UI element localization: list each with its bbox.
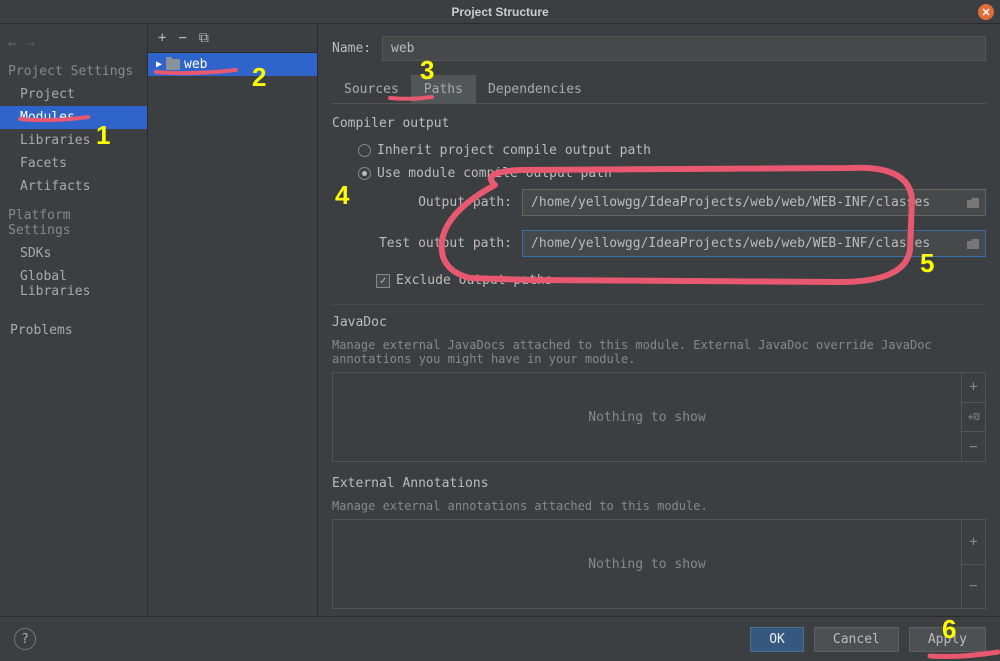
radio-inherit-row[interactable]: Inherit project compile output path	[332, 139, 986, 162]
javadoc-desc: Manage external JavaDocs attached to thi…	[332, 338, 986, 366]
apply-button[interactable]: Apply	[909, 627, 986, 652]
nav-back-icon[interactable]: ←	[8, 36, 16, 52]
output-path-input[interactable]	[523, 190, 961, 215]
module-tree-panel: + − ⧉ ▶ web	[148, 24, 318, 616]
folder-icon	[166, 59, 180, 70]
nav-arrows: ← →	[0, 32, 147, 60]
name-input[interactable]	[382, 36, 986, 61]
exclude-checkbox[interactable]: ✓	[376, 274, 390, 288]
left-nav-panel: ← → Project Settings Project Modules Lib…	[0, 24, 148, 616]
javadoc-title: JavaDoc	[332, 315, 986, 330]
cancel-button[interactable]: Cancel	[814, 627, 899, 652]
exclude-checkbox-row[interactable]: ✓ Exclude output paths	[332, 267, 986, 294]
module-name: web	[184, 57, 207, 72]
extanno-remove-icon[interactable]: −	[962, 565, 985, 609]
nav-problems[interactable]: Problems	[0, 319, 147, 342]
tab-dependencies[interactable]: Dependencies	[476, 75, 594, 103]
test-output-path-label: Test output path:	[332, 236, 512, 251]
test-output-path-input[interactable]	[523, 231, 961, 256]
section-project-settings: Project Settings	[0, 60, 147, 83]
javadoc-remove-icon[interactable]: −	[962, 432, 985, 461]
browse-test-output-icon[interactable]	[961, 238, 985, 250]
nav-forward-icon[interactable]: →	[26, 36, 34, 52]
radio-module-label: Use module compile output path	[377, 166, 612, 181]
output-path-wrap	[522, 189, 986, 216]
extanno-list: Nothing to show + −	[332, 519, 986, 609]
extanno-desc: Manage external annotations attached to …	[332, 499, 986, 513]
tab-paths[interactable]: Paths	[411, 75, 476, 103]
button-group: OK Cancel Apply	[750, 627, 986, 652]
add-icon[interactable]: +	[158, 30, 166, 46]
ok-button[interactable]: OK	[750, 627, 804, 652]
extanno-title: External Annotations	[332, 476, 986, 491]
module-tree-item[interactable]: ▶ web	[148, 53, 317, 76]
javadoc-buttons: + +₪ −	[961, 373, 985, 461]
extanno-buttons: + −	[961, 520, 985, 608]
nav-sdks[interactable]: SDKs	[0, 242, 147, 265]
javadoc-add-with-icon[interactable]: +₪	[962, 403, 985, 433]
radio-inherit-label: Inherit project compile output path	[377, 143, 651, 158]
extanno-add-icon[interactable]: +	[962, 520, 985, 565]
exclude-label: Exclude output paths	[396, 273, 553, 288]
test-output-path-row: Test output path:	[332, 226, 986, 261]
browse-output-icon[interactable]	[961, 197, 985, 209]
output-path-row: Output path:	[332, 185, 986, 220]
detail-tabs: Sources Paths Dependencies	[332, 75, 986, 104]
compiler-output-title: Compiler output	[332, 116, 986, 131]
output-path-label: Output path:	[332, 195, 512, 210]
javadoc-add-icon[interactable]: +	[962, 373, 985, 403]
nav-modules[interactable]: Modules	[0, 106, 147, 129]
tab-sources[interactable]: Sources	[332, 75, 411, 103]
radio-inherit[interactable]	[358, 144, 371, 157]
copy-icon[interactable]: ⧉	[199, 30, 209, 46]
titlebar: Project Structure	[0, 0, 1000, 24]
bottom-bar: ? OK Cancel Apply	[0, 616, 1000, 661]
name-label: Name:	[332, 41, 372, 56]
javadoc-list: Nothing to show + +₪ −	[332, 372, 986, 462]
nav-facets[interactable]: Facets	[0, 152, 147, 175]
close-button[interactable]	[978, 4, 994, 20]
radio-module-row[interactable]: Use module compile output path	[332, 162, 986, 185]
nav-project[interactable]: Project	[0, 83, 147, 106]
javadoc-empty: Nothing to show	[333, 373, 961, 461]
remove-icon[interactable]: −	[178, 30, 186, 46]
nav-libraries[interactable]: Libraries	[0, 129, 147, 152]
tree-expand-icon[interactable]: ▶	[156, 59, 162, 70]
nav-global-libraries[interactable]: Global Libraries	[0, 265, 147, 303]
help-button[interactable]: ?	[14, 628, 36, 650]
window-title: Project Structure	[451, 5, 548, 19]
detail-panel: Name: Sources Paths Dependencies Compile…	[318, 24, 1000, 616]
module-toolbar: + − ⧉	[148, 24, 317, 53]
main-area: ← → Project Settings Project Modules Lib…	[0, 24, 1000, 616]
extanno-empty: Nothing to show	[333, 520, 961, 608]
test-output-path-wrap	[522, 230, 986, 257]
radio-module[interactable]	[358, 167, 371, 180]
nav-artifacts[interactable]: Artifacts	[0, 175, 147, 198]
name-row: Name:	[332, 36, 986, 61]
section-platform-settings: Platform Settings	[0, 204, 147, 242]
